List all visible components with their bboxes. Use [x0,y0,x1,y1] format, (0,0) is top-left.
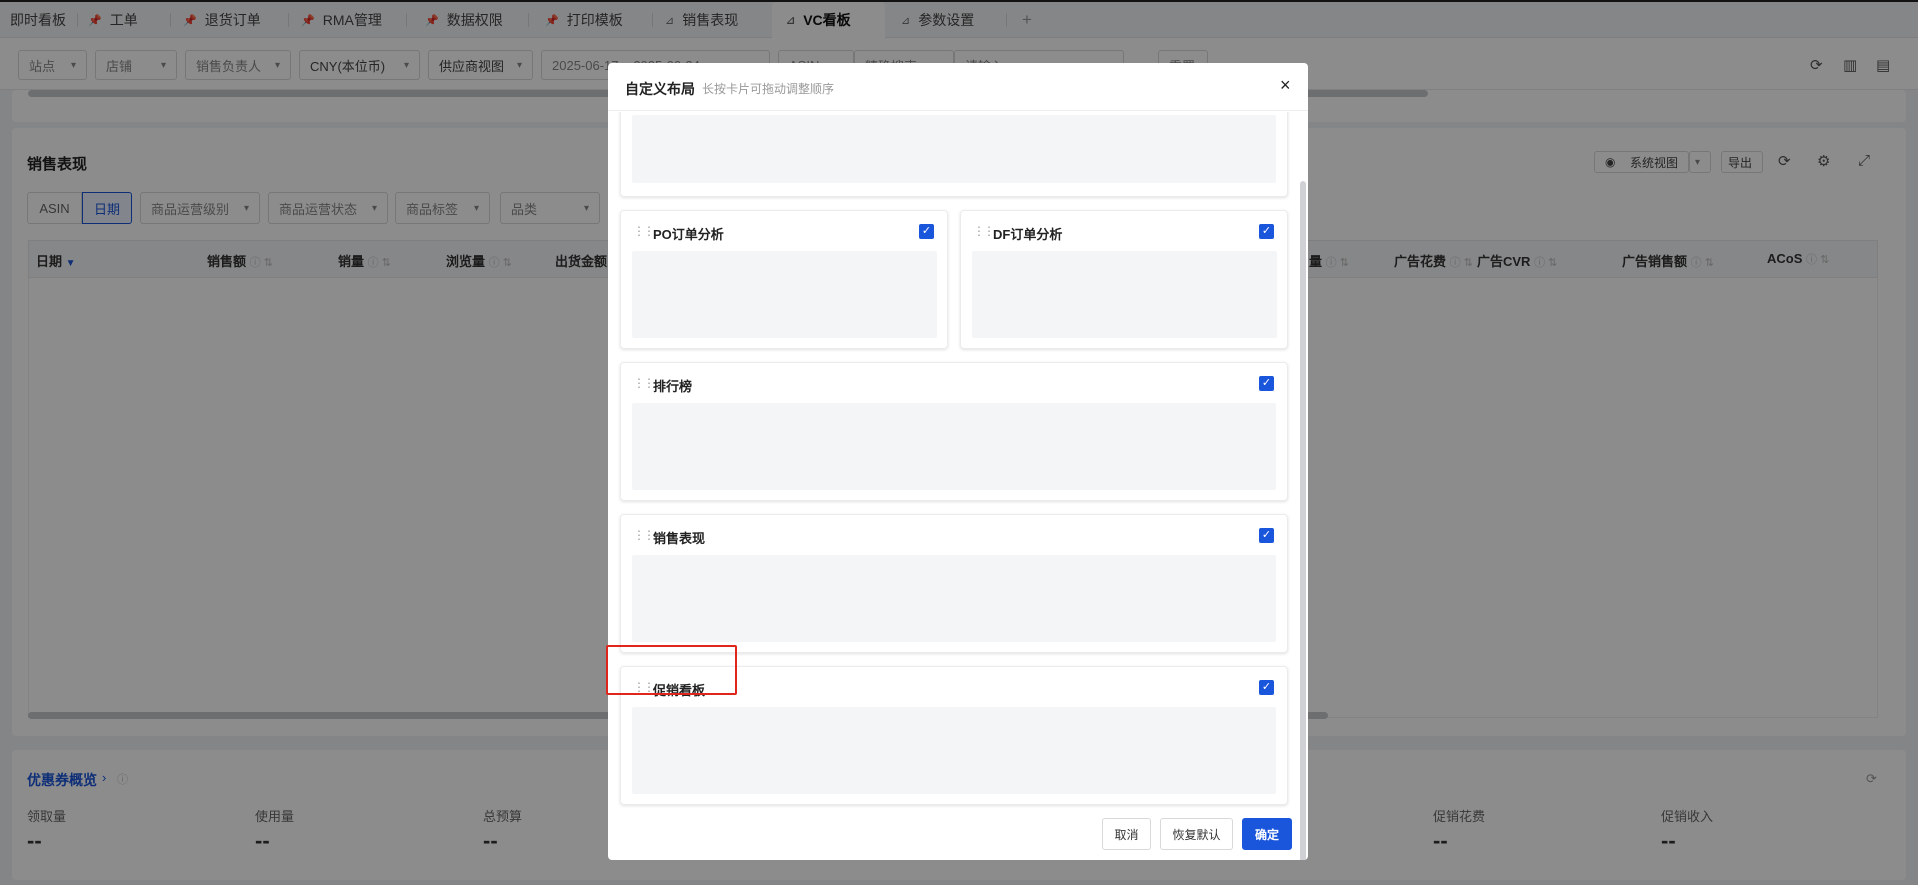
card-checkbox[interactable]: ✓ [1259,680,1274,695]
cancel-button[interactable]: 取消 [1102,818,1151,850]
drag-handle-icon[interactable]: ⋮⋮ [973,224,995,238]
card-placeholder [632,555,1276,642]
layout-card-df-order-analysis[interactable]: ⋮⋮ DF订单分析 ✓ [960,210,1288,349]
confirm-button[interactable]: 确定 [1242,818,1292,850]
card-checkbox[interactable]: ✓ [1259,528,1274,543]
card-checkbox[interactable]: ✓ [919,224,934,239]
card-checkbox[interactable]: ✓ [1259,224,1274,239]
dialog-vertical-scrollbar[interactable] [1300,181,1306,860]
card-placeholder [972,251,1277,338]
dialog-subtitle: 长按卡片可拖动调整顺序 [702,82,835,96]
card-label: DF订单分析 [993,227,1063,242]
dialog-body: ⋮⋮ PO订单分析 ✓ ⋮⋮ DF订单分析 ✓ ⋮⋮ 排行榜 ✓ ⋮⋮ 销售表现… [608,112,1308,853]
drag-handle-icon[interactable]: ⋮⋮ [633,376,655,390]
card-label: 排行榜 [653,379,693,394]
dialog-title: 自定义布局 [625,81,695,97]
drag-handle-icon[interactable]: ⋮⋮ [633,224,655,238]
restore-default-button[interactable]: 恢复默认 [1160,818,1233,850]
layout-card-sales-performance[interactable]: ⋮⋮ 销售表现 ✓ [620,514,1288,653]
card-checkbox[interactable]: ✓ [1259,376,1274,391]
layout-card-partial[interactable] [620,112,1288,197]
card-placeholder [632,115,1276,183]
dialog-header: 自定义布局 长按卡片可拖动调整顺序 × [608,63,1308,111]
layout-card-ranking[interactable]: ⋮⋮ 排行榜 ✓ [620,362,1288,501]
card-placeholder [632,707,1276,794]
dialog-footer: 取消 恢复默认 确定 [608,811,1308,860]
drag-handle-icon[interactable]: ⋮⋮ [633,528,655,542]
card-placeholder [632,403,1276,490]
card-placeholder [632,251,937,338]
card-label: 销售表现 [653,531,706,546]
layout-card-po-order-analysis[interactable]: ⋮⋮ PO订单分析 ✓ [620,210,948,349]
highlight-box [606,645,737,695]
close-icon[interactable]: × [1280,75,1291,96]
custom-layout-dialog: 自定义布局 长按卡片可拖动调整顺序 × ⋮⋮ PO订单分析 ✓ ⋮⋮ DF订单分… [608,63,1308,860]
card-label: PO订单分析 [653,227,724,242]
